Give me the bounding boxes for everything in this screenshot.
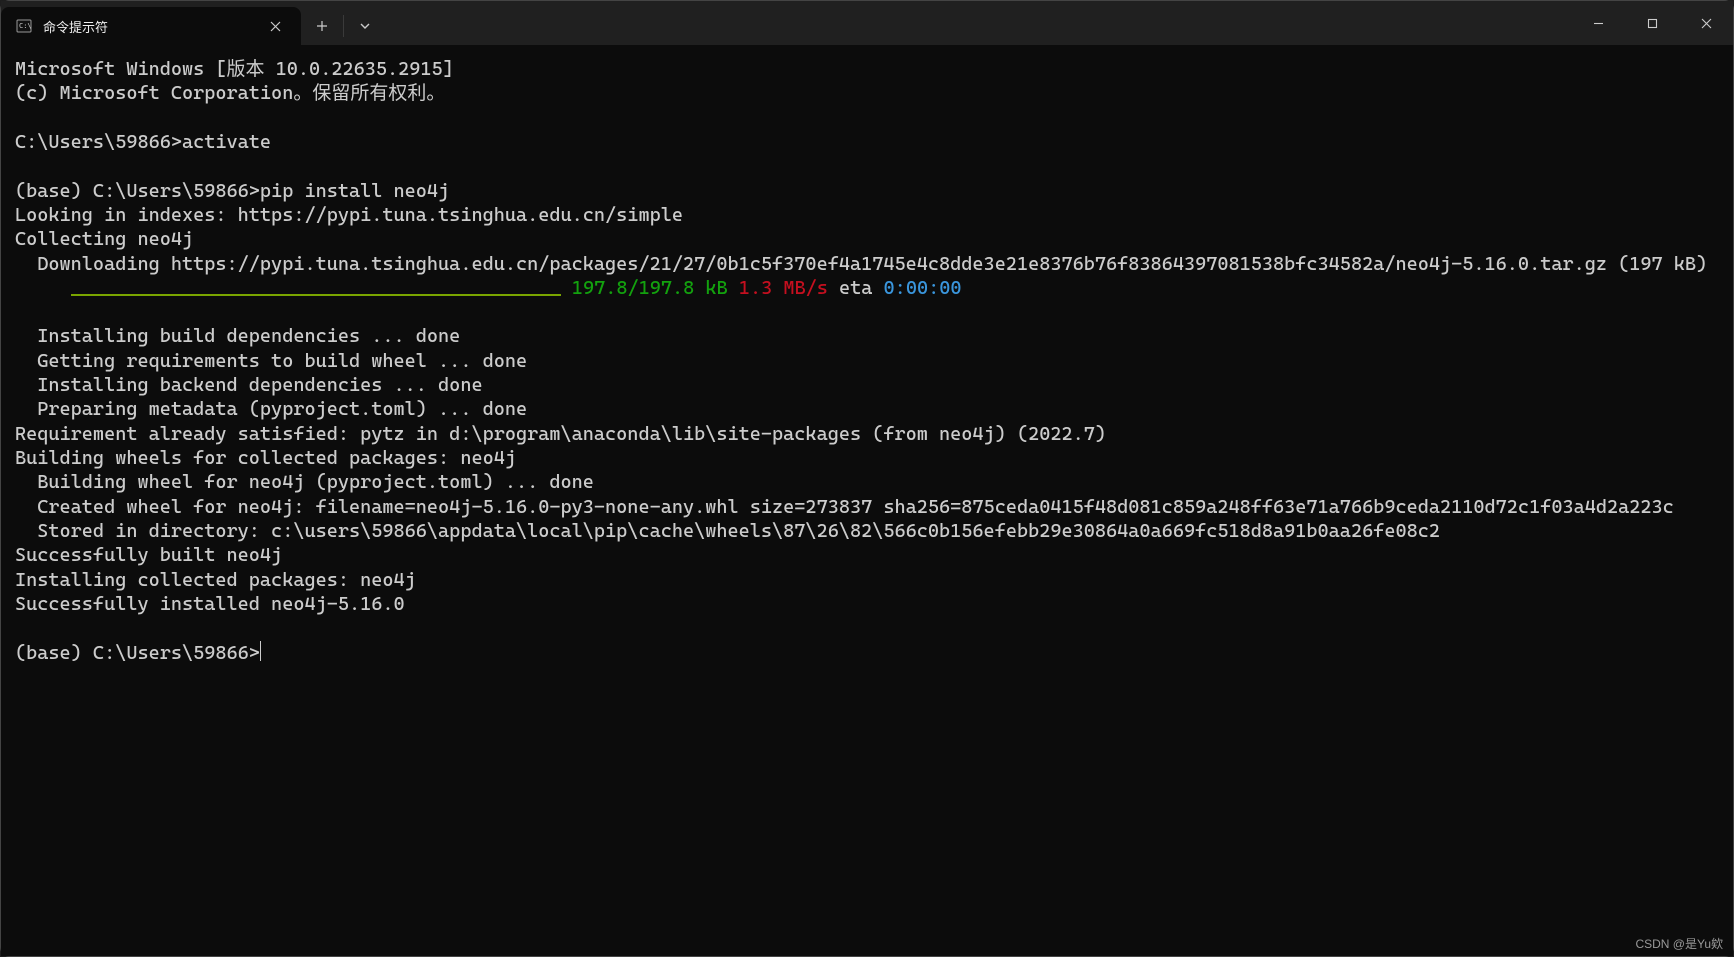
- maximize-button[interactable]: [1625, 1, 1679, 45]
- terminal-icon: C:\: [15, 17, 33, 35]
- output-line: Successfully built neo4j: [15, 544, 282, 566]
- prompt: (base) C:\Users\59866>: [15, 642, 260, 664]
- progress-line: 197.8/197.8 kB 1.3 MB/s eta 0:00:00: [15, 276, 1719, 300]
- progress-bar: [71, 294, 561, 296]
- prompt: C:\Users\59866>: [15, 131, 182, 153]
- terminal-pane[interactable]: Microsoft Windows [版本 10.0.22635.2915] (…: [1, 45, 1733, 956]
- progress-indent: [15, 277, 71, 299]
- output-line: Getting requirements to build wheel ... …: [15, 350, 527, 372]
- output-line: Building wheel for neo4j (pyproject.toml…: [15, 471, 594, 493]
- titlebar: C:\ 命令提示符: [1, 1, 1733, 45]
- cursor: [260, 641, 261, 661]
- tab-close-button[interactable]: [261, 12, 289, 40]
- output-line: Looking in indexes: https://pypi.tuna.ts…: [15, 204, 683, 226]
- progress-eta-label: eta: [828, 277, 884, 299]
- output-line: Installing backend dependencies ... done: [15, 374, 483, 396]
- output-line: Installing collected packages: neo4j: [15, 569, 416, 591]
- output-line: Preparing metadata (pyproject.toml) ... …: [15, 398, 527, 420]
- cmd-text: pip install neo4j: [260, 180, 449, 202]
- output-line: Microsoft Windows [版本 10.0.22635.2915]: [15, 58, 454, 80]
- output-line: Requirement already satisfied: pytz in d…: [15, 423, 1106, 445]
- new-tab-button[interactable]: [301, 7, 343, 45]
- output-line: Created wheel for neo4j: filename=neo4j-…: [15, 496, 1674, 518]
- progress-eta: 0:00:00: [884, 277, 962, 299]
- tab-title: 命令提示符: [43, 17, 251, 36]
- output-line: (c) Microsoft Corporation。保留所有权利。: [15, 82, 445, 104]
- svg-text:C:\: C:\: [19, 22, 32, 30]
- output-line: Stored in directory: c:\users\59866\appd…: [15, 520, 1440, 542]
- cmd-text: activate: [182, 131, 271, 153]
- output-line: Building wheels for collected packages: …: [15, 447, 516, 469]
- tab-cmd[interactable]: C:\ 命令提示符: [1, 7, 301, 45]
- prompt: (base) C:\Users\59866>: [15, 180, 260, 202]
- output-line: Installing build dependencies ... done: [15, 325, 460, 347]
- output-line: Collecting neo4j: [15, 228, 193, 250]
- output-line: Successfully installed neo4j-5.16.0: [15, 593, 405, 615]
- output-line: Downloading https://pypi.tuna.tsinghua.e…: [15, 253, 1707, 275]
- progress-speed: 1.3 MB/s: [728, 277, 828, 299]
- tab-dropdown-button[interactable]: [344, 7, 386, 45]
- watermark: CSDN @是Yu欸: [1635, 935, 1723, 952]
- titlebar-drag-area[interactable]: [386, 1, 1571, 45]
- close-window-button[interactable]: [1679, 1, 1733, 45]
- minimize-button[interactable]: [1571, 1, 1625, 45]
- progress-size: 197.8/197.8 kB: [561, 277, 728, 299]
